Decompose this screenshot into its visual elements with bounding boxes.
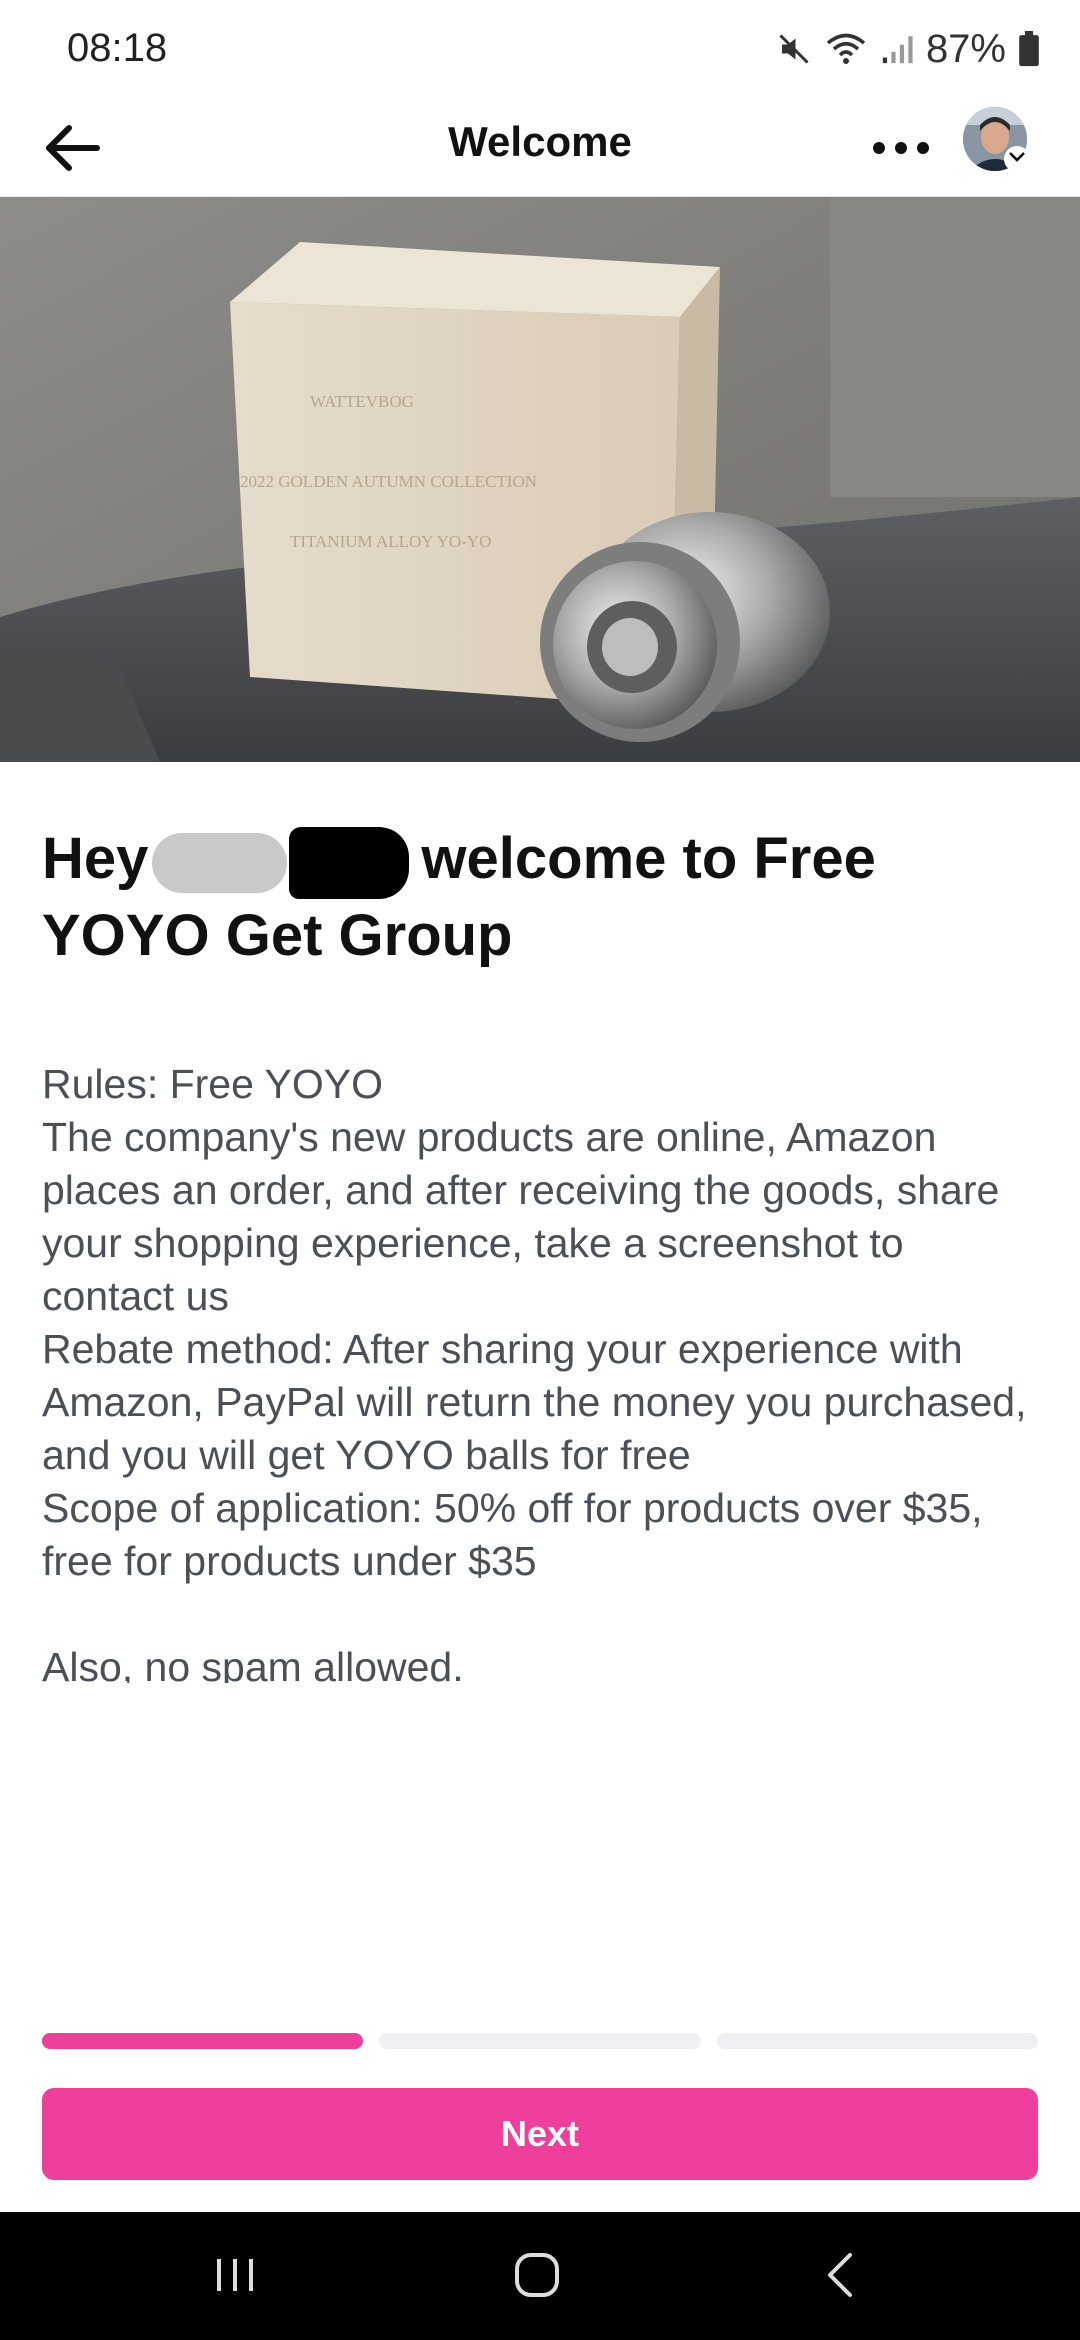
chevron-down-icon	[1008, 150, 1026, 168]
status-icons: 87%	[776, 24, 1040, 74]
status-bar: 08:18 87%	[0, 0, 1080, 100]
box-collection-text: 2022 GOLDEN AUTUMN COLLECTION	[240, 472, 537, 491]
battery-icon	[1018, 31, 1040, 67]
more-options-button[interactable]	[866, 120, 936, 180]
redacted-name-mark	[289, 826, 410, 899]
more-horizontal-icon	[872, 141, 930, 160]
recent-apps-icon	[213, 2255, 257, 2300]
cover-photo: WATTEVBOG 2022 GOLDEN AUTUMN COLLECTION …	[0, 197, 1080, 762]
welcome-heading: Hey welcome to Free YOYO Get Group	[42, 822, 1042, 973]
rules-line: Rebate method: After sharing your experi…	[42, 1326, 1027, 1478]
box-product-text: TITANIUM ALLOY YO-YO	[290, 532, 491, 551]
group-rules: Rules: Free YOYO The company's new produ…	[42, 1058, 1042, 1683]
rules-spacer	[42, 1588, 1042, 1641]
recent-apps-button[interactable]	[190, 2242, 280, 2312]
signal-icon	[880, 31, 914, 67]
redacted-name	[152, 832, 288, 893]
box-brand-text: WATTEVBOG	[310, 392, 414, 411]
step-segment-3	[716, 2033, 1038, 2049]
system-nav-bar	[0, 2212, 1080, 2340]
status-time: 08:18	[67, 26, 168, 70]
rules-line: Rules: Free YOYO	[42, 1061, 384, 1107]
chevron-left-icon	[824, 2251, 856, 2304]
step-progress	[42, 2033, 1038, 2049]
battery-percent: 87%	[925, 26, 1006, 71]
step-segment-2	[379, 2033, 701, 2049]
mute-icon	[776, 31, 812, 67]
account-switcher[interactable]	[1004, 146, 1030, 172]
step-segment-1	[42, 2033, 364, 2049]
next-button[interactable]: Next	[42, 2088, 1038, 2180]
wifi-icon	[824, 31, 868, 67]
rules-footer: Also, no spam allowed.	[42, 1644, 464, 1683]
home-button[interactable]	[492, 2242, 582, 2312]
rules-line: The company's new products are online, A…	[42, 1114, 1000, 1319]
system-back-button[interactable]	[795, 2242, 885, 2312]
app-header: Welcome	[0, 100, 1080, 197]
rules-line: Scope of application: 50% off for produc…	[42, 1485, 983, 1584]
greeting-word: Hey	[42, 826, 149, 891]
home-icon	[513, 2251, 561, 2304]
